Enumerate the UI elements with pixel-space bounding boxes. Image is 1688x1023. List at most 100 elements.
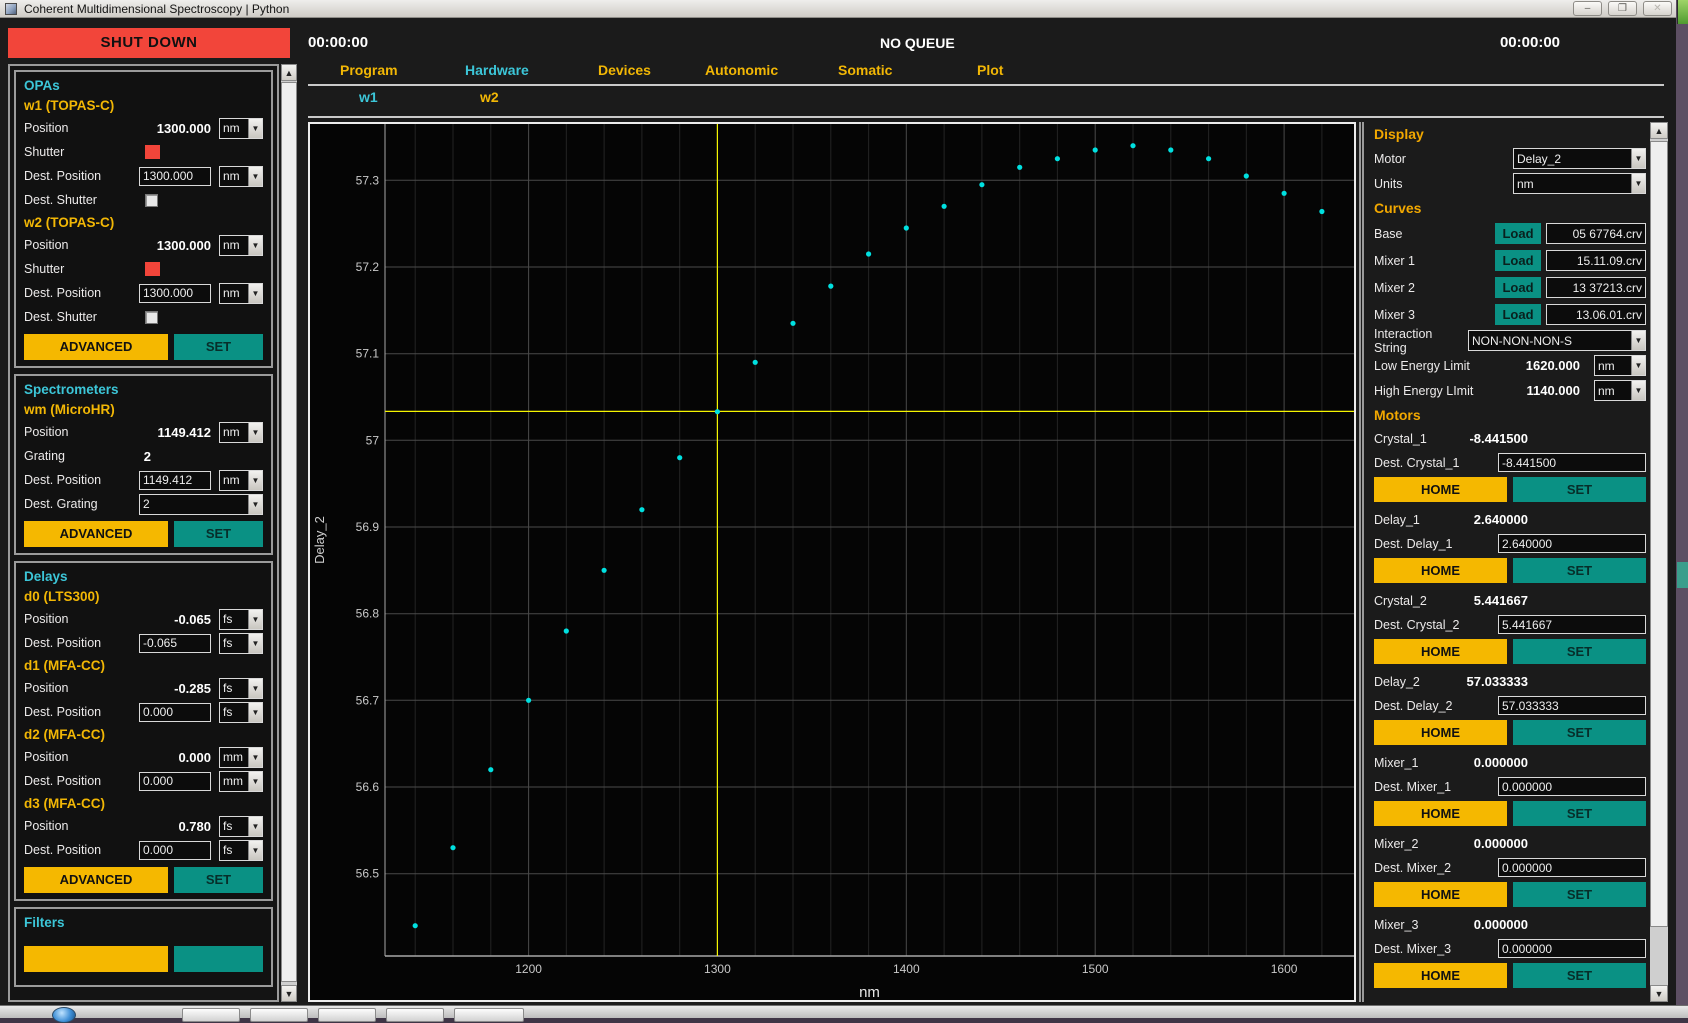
scroll-down-icon[interactable]: ▼ [281,985,297,1002]
curve-file-field[interactable] [1546,304,1646,325]
filters-advanced-button[interactable] [24,946,168,972]
scrollbar-thumb[interactable] [1650,141,1668,927]
minimize-button[interactable]: – [1573,1,1602,16]
curve-file-field[interactable] [1546,223,1646,244]
low-energy-units-dropdown[interactable]: nm ▼ [1594,355,1646,376]
dest-position-input[interactable] [139,167,211,186]
tab-autonomic[interactable]: Autonomic [705,62,778,78]
set-button[interactable]: SET [1513,963,1646,988]
position-units-dropdown[interactable]: nm▼ [219,235,263,256]
opas-advanced-button[interactable]: ADVANCED [24,334,168,360]
chevron-down-icon[interactable]: ▼ [248,634,262,653]
scroll-up-icon[interactable]: ▲ [1650,122,1668,139]
motor-dest-input[interactable] [1498,777,1646,796]
chevron-down-icon[interactable]: ▼ [248,284,262,303]
chevron-down-icon[interactable]: ▼ [248,748,262,767]
desktop-icon[interactable] [1677,0,1688,24]
subtab-w2[interactable]: w2 [480,89,499,105]
chevron-down-icon[interactable]: ▼ [248,423,262,442]
chevron-down-icon[interactable]: ▼ [248,236,262,255]
chevron-down-icon[interactable]: ▼ [248,167,262,186]
dest-position-input[interactable] [139,284,211,303]
dest-units-dropdown[interactable]: nm▼ [219,283,263,304]
plot-canvas[interactable]: 57.357.257.15756.956.856.756.656.5120013… [310,124,1354,1000]
scrollbar-thumb[interactable] [281,82,297,982]
load-button[interactable]: Load [1495,277,1541,298]
chevron-down-icon[interactable]: ▼ [1631,331,1645,350]
chevron-down-icon[interactable]: ▼ [1631,174,1645,193]
chevron-down-icon[interactable]: ▼ [248,119,262,138]
home-button[interactable]: HOME [1374,639,1507,664]
dest-units-dropdown[interactable]: fs▼ [219,633,263,654]
curve-file-field[interactable] [1546,250,1646,271]
dest-units-dropdown[interactable]: nm▼ [219,470,263,491]
close-button[interactable]: ✕ [1643,1,1672,16]
chevron-down-icon[interactable]: ▼ [248,703,262,722]
home-button[interactable]: HOME [1374,963,1507,988]
motor-dest-input[interactable] [1498,696,1646,715]
taskbar-button[interactable] [318,1008,376,1022]
spectrometers-advanced-button[interactable]: ADVANCED [24,521,168,547]
set-button[interactable]: SET [1513,477,1646,502]
position-units-dropdown[interactable]: nm▼ [219,422,263,443]
subtab-w1[interactable]: w1 [359,89,378,105]
units-dropdown[interactable]: nm ▼ [1513,173,1646,194]
home-button[interactable]: HOME [1374,801,1507,826]
dest-units-dropdown[interactable]: nm▼ [219,166,263,187]
chevron-down-icon[interactable]: ▼ [248,841,262,860]
chevron-down-icon[interactable]: ▼ [248,495,262,514]
set-button[interactable]: SET [1513,639,1646,664]
start-button[interactable] [52,1007,76,1023]
dest-grating-dropdown[interactable]: 2▼ [139,494,263,515]
position-units-dropdown[interactable]: fs▼ [219,609,263,630]
scroll-up-icon[interactable]: ▲ [281,64,297,81]
chevron-down-icon[interactable]: ▼ [248,679,262,698]
tab-plot[interactable]: Plot [977,62,1003,78]
delays-set-button[interactable]: SET [174,867,263,893]
tuning-curve-plot[interactable]: 57.357.257.15756.956.856.756.656.5120013… [308,122,1356,1002]
motor-dest-input[interactable] [1498,939,1646,958]
motor-dest-input[interactable] [1498,615,1646,634]
home-button[interactable]: HOME [1374,882,1507,907]
set-button[interactable]: SET [1513,882,1646,907]
set-button[interactable]: SET [1513,558,1646,583]
opas-set-button[interactable]: SET [174,334,263,360]
dest-position-input[interactable] [139,841,211,860]
curve-file-field[interactable] [1546,277,1646,298]
sidebar-scrollbar[interactable]: ▲ ▼ [281,64,297,1002]
filters-set-button[interactable] [174,946,263,972]
dest-position-input[interactable] [139,772,211,791]
dest-units-dropdown[interactable]: fs▼ [219,702,263,723]
load-button[interactable]: Load [1495,250,1541,271]
position-units-dropdown[interactable]: nm▼ [219,118,263,139]
dest-position-input[interactable] [139,471,211,490]
panel-scrollbar[interactable]: ▲ ▼ [1650,122,1668,1002]
motor-dest-input[interactable] [1498,534,1646,553]
dest-position-input[interactable] [139,634,211,653]
motor-dest-input[interactable] [1498,858,1646,877]
dest-shutter-checkbox[interactable] [145,194,158,207]
shutdown-button[interactable]: SHUT DOWN [8,28,290,58]
set-button[interactable]: SET [1513,801,1646,826]
chevron-down-icon[interactable]: ▼ [248,471,262,490]
dest-position-input[interactable] [139,703,211,722]
chevron-down-icon[interactable]: ▼ [248,610,262,629]
taskbar-button[interactable] [454,1008,524,1022]
home-button[interactable]: HOME [1374,477,1507,502]
dest-units-dropdown[interactable]: fs▼ [219,840,263,861]
position-units-dropdown[interactable]: fs▼ [219,678,263,699]
tab-hardware[interactable]: Hardware [465,62,529,78]
taskbar-button[interactable] [250,1008,308,1022]
tab-program[interactable]: Program [340,62,398,78]
tab-devices[interactable]: Devices [598,62,651,78]
position-units-dropdown[interactable]: fs▼ [219,816,263,837]
load-button[interactable]: Load [1495,223,1541,244]
chevron-down-icon[interactable]: ▼ [1631,356,1645,375]
tab-somatic[interactable]: Somatic [838,62,892,78]
motor-dropdown[interactable]: Delay_2 ▼ [1513,148,1646,169]
scroll-down-icon[interactable]: ▼ [1650,985,1668,1002]
home-button[interactable]: HOME [1374,720,1507,745]
restore-button[interactable]: ❐ [1608,1,1637,16]
chevron-down-icon[interactable]: ▼ [1631,381,1645,400]
taskbar-button[interactable] [386,1008,444,1022]
